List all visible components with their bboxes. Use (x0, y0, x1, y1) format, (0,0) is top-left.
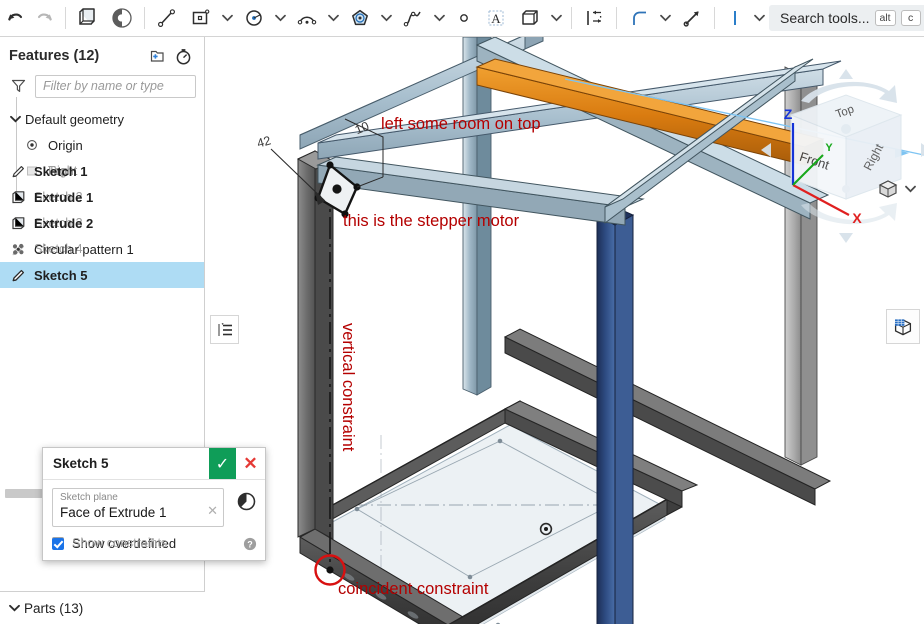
sidebar-item-label: Sketch 1 (34, 163, 88, 179)
sketch-icon (8, 164, 28, 179)
toolbar-divider (65, 7, 66, 29)
list-panel-icon[interactable] (210, 315, 239, 344)
clear-icon[interactable]: ✕ (207, 503, 218, 519)
sketch-icon (8, 268, 28, 283)
revolve-icon[interactable] (105, 1, 139, 35)
point-tool-icon[interactable] (449, 1, 479, 35)
sidebar-item-label: Origin (48, 137, 83, 153)
sketch-dialog-header: Sketch 5 ✓ ✕ (43, 448, 265, 480)
arc-tool-icon[interactable] (290, 1, 324, 35)
sidebar-item-label: Extrude 2 (34, 215, 94, 231)
parts-section-header[interactable]: Parts (13) (0, 591, 205, 624)
chevron-down-icon[interactable] (7, 604, 21, 612)
svg-text:?: ? (247, 539, 253, 549)
chevron-down-icon[interactable] (750, 1, 769, 35)
show-constraints-label: Show constraints (72, 536, 168, 550)
origin-icon (22, 138, 42, 152)
sidebar-item-label: Circular pattern 1 (34, 241, 134, 257)
circular-pattern-icon (8, 242, 28, 257)
history-clock-icon[interactable] (236, 491, 257, 515)
help-question-icon[interactable]: ? (243, 537, 257, 554)
onshape-app-window: A Search tools... alt c Features (12) Fi… (0, 0, 924, 624)
extrude-feature-icon (8, 216, 28, 231)
text-tool-icon[interactable]: A (479, 1, 513, 35)
circle-tool-icon[interactable] (237, 1, 271, 35)
toolbar-divider (714, 7, 715, 29)
sketch-plane-label: Sketch plane (60, 492, 118, 503)
rectangle-tool-icon[interactable] (184, 1, 218, 35)
sidebar-item-origin[interactable]: Origin (0, 132, 204, 158)
axis-label-x: X (852, 210, 862, 226)
toolbar-divider (616, 7, 617, 29)
search-placeholder: Search tools... (780, 10, 870, 26)
sidebar-item-sketch-1[interactable]: Sketch 1 (0, 158, 204, 184)
features-header: Features (12) (0, 37, 204, 71)
search-tools-input[interactable]: Search tools... alt c (769, 5, 924, 31)
line-tool-icon[interactable] (150, 1, 184, 35)
toolbar-divider (144, 7, 145, 29)
chevron-down-icon[interactable] (324, 1, 343, 35)
graphics-viewport[interactable]: Top Front Right Z X Y 42 10 left some ro… (205, 37, 924, 624)
extrude-feature-icon (8, 190, 28, 205)
tree-group-label: Default geometry (25, 111, 124, 127)
cancel-button[interactable]: ✕ (236, 448, 265, 479)
cad-model-3d: Top Front Right Z X Y (270, 37, 924, 624)
use-projection-icon[interactable] (513, 1, 547, 35)
chevron-down-icon[interactable] (8, 115, 22, 123)
chevron-down-icon (905, 185, 916, 193)
sketch-dialog: Sketch 5 ✓ ✕ Sketch plane Face of Extrud… (42, 447, 266, 561)
new-folder-icon[interactable] (144, 45, 170, 67)
sketch-dialog-body: Sketch plane Face of Extrude 1 ✕ Show co… (43, 480, 265, 560)
construction-icon[interactable] (720, 1, 750, 35)
sketch-dialog-title: Sketch 5 (53, 456, 109, 471)
filter-input[interactable]: Filter by name or type (35, 75, 196, 98)
sidebar-item-label: Extrude 1 (34, 189, 94, 205)
chevron-down-icon[interactable] (377, 1, 396, 35)
show-overdefined-checkbox[interactable] (52, 537, 64, 550)
filter-funnel-icon[interactable] (10, 77, 27, 97)
sidebar-item-extrude-2[interactable]: Extrude 2 (0, 210, 204, 236)
axis-label-y: Y (825, 142, 833, 154)
display-style-cube-icon[interactable] (876, 177, 916, 201)
sidebar-item-extrude-1[interactable]: Extrude 1 (0, 184, 204, 210)
feature-tree: Default geometry Origin Top Front Right … (0, 97, 204, 288)
toolbar-divider (571, 7, 572, 29)
sidebar-item-label: Sketch 5 (34, 267, 88, 283)
svg-text:A: A (491, 11, 501, 26)
rollback-timer-icon[interactable] (170, 45, 196, 67)
sketch-plane-value: Face of Extrude 1 (60, 505, 167, 520)
chevron-down-icon[interactable] (547, 1, 566, 35)
tree-group-default-geometry[interactable]: Default geometry (0, 106, 204, 132)
accept-button[interactable]: ✓ (209, 448, 236, 479)
main-toolbar: A Search tools... alt c (0, 0, 924, 37)
axis-label-z: Z (784, 106, 793, 122)
chevron-down-icon[interactable] (271, 1, 290, 35)
sidebar-item-circular-pattern-1[interactable]: Circular pattern 1 (0, 236, 204, 262)
undo-icon[interactable] (0, 1, 30, 35)
search-shortcut-alt: alt (874, 10, 896, 26)
fillet-icon[interactable] (622, 1, 656, 35)
dimension-icon[interactable] (577, 1, 611, 35)
parts-label: Parts (13) (24, 600, 84, 616)
spline-tool-icon[interactable] (396, 1, 430, 35)
trim-extend-icon[interactable] (675, 1, 709, 35)
sidebar-item-sketch-5[interactable]: Sketch 5 (0, 262, 204, 288)
extrude-icon[interactable] (71, 1, 105, 35)
features-title: Features (12) (9, 48, 100, 64)
sketch-plane-field[interactable]: Sketch plane Face of Extrude 1 ✕ (52, 488, 224, 527)
section-view-icon[interactable] (886, 309, 920, 344)
polygon-tool-icon[interactable] (343, 1, 377, 35)
chevron-down-icon[interactable] (218, 1, 237, 35)
search-shortcut-key: c (900, 10, 921, 26)
chevron-down-icon[interactable] (430, 1, 449, 35)
filter-row: Filter by name or type (0, 71, 204, 104)
show-constraints-option[interactable]: Show constraints (52, 536, 167, 550)
chevron-down-icon[interactable] (656, 1, 675, 35)
redo-icon[interactable] (30, 1, 60, 35)
